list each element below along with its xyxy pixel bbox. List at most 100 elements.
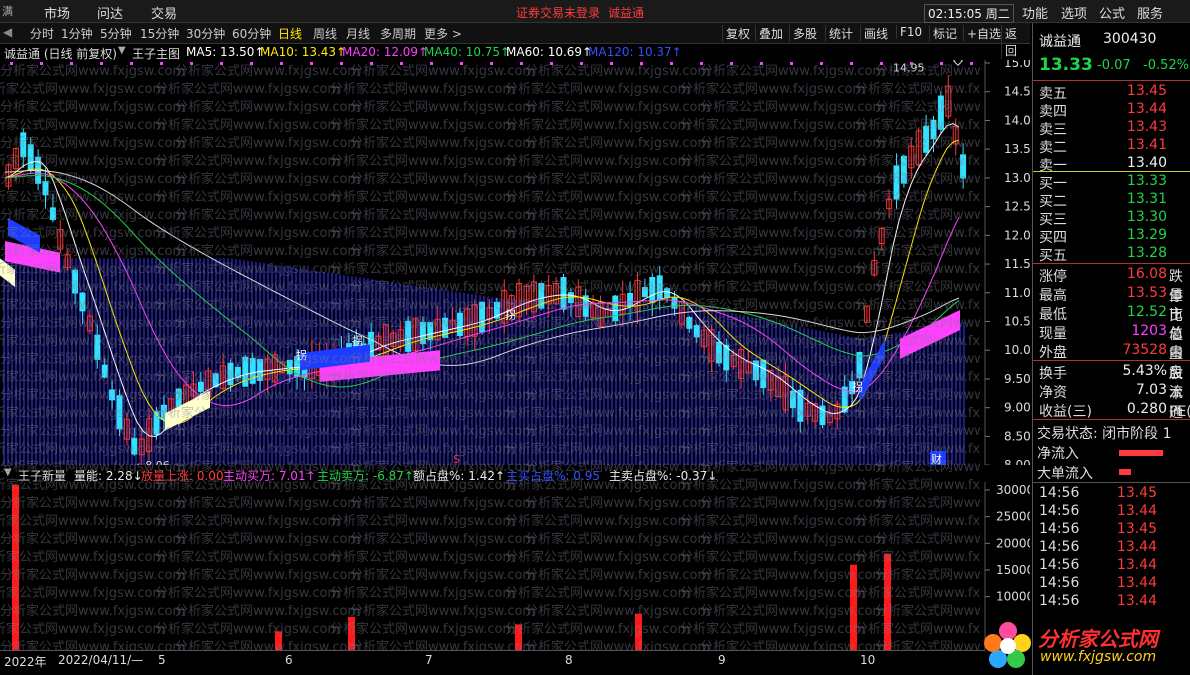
bg-bar [951, 323, 953, 465]
menu-trade[interactable]: 交易 [151, 3, 177, 22]
mark-button[interactable]: 标记 [929, 25, 960, 42]
volume-chart[interactable]: 30000 25000 20000 15000 10000 [0, 482, 1030, 650]
tab-5min[interactable]: 5分钟 [100, 25, 132, 42]
tab-60min[interactable]: 60分钟 [232, 25, 271, 42]
stat-row[interactable]: 现量 1203 总量 [1037, 323, 1189, 362]
bg-bar [647, 304, 649, 465]
stat2-row[interactable]: 收益(三) 0.280 PE(动 [1037, 401, 1190, 420]
volume-bar [515, 624, 522, 650]
ask-row[interactable]: 卖五 13.45 [1037, 83, 1189, 102]
volume-bar [635, 613, 642, 650]
top-dot [70, 62, 73, 65]
menubar-stock-name: 诚益通 [608, 6, 645, 20]
tab-more[interactable]: 更多 > [424, 25, 462, 42]
logo-url: www.fxjgsw.com [1040, 649, 1157, 665]
tab-weekly[interactable]: 周线 [313, 25, 337, 42]
bid-row[interactable]: 买三 13.30 [1037, 209, 1189, 228]
tab-30min[interactable]: 30分钟 [186, 25, 225, 42]
bg-bar [539, 300, 541, 465]
bg-bar [575, 301, 577, 465]
bg-bar [871, 336, 873, 465]
stats-button[interactable]: 统计 [825, 25, 856, 42]
main-chart-header: 诚益通 (日线 前复权) ▼ 王子主图 MA5: 13.50↑ MA10: 13… [0, 44, 985, 61]
bg-bar [935, 326, 937, 465]
menu-xuanxiang[interactable]: 选项 [1061, 3, 1087, 22]
bg-bar [431, 288, 433, 465]
bg-bar [655, 305, 657, 465]
price-tick-label: 8.00 [1004, 458, 1030, 465]
time-label: 7 [425, 653, 433, 667]
volume-bar [348, 616, 355, 650]
fuquan-button[interactable]: 复权 [722, 25, 753, 42]
volume-bar [884, 554, 891, 650]
tab-multi-period[interactable]: 多周期 [380, 25, 416, 42]
ask-row[interactable]: 卖三 13.43 [1037, 119, 1189, 138]
candle-body [567, 292, 574, 304]
bid-row[interactable]: 买一 13.33 [1037, 173, 1189, 192]
draw-line-button[interactable]: 画线 [860, 25, 891, 42]
back-button[interactable]: 返回 [1001, 25, 1030, 59]
bg-bar [863, 338, 865, 465]
quote-panel: 诚益通 300430 13.33 -0.07 -0.52% 卖五 13.45 卖… [1032, 23, 1190, 675]
ask-row-label: 卖四 [1039, 104, 1067, 120]
ask-row[interactable]: 卖四 13.44 [1037, 101, 1189, 120]
menu-fuwu[interactable]: 服务 [1137, 3, 1163, 22]
bg-bar [167, 258, 169, 465]
f10-button[interactable]: F10 [896, 25, 925, 39]
tab-monthly[interactable]: 月线 [346, 25, 370, 42]
ask-row[interactable]: 卖二 13.41 [1037, 137, 1189, 156]
tab-1min[interactable]: 1分钟 [61, 25, 93, 42]
time-label: 8 [565, 653, 573, 667]
stat-row[interactable]: 外盘 73528 内盘 [1037, 342, 1189, 381]
price-tick-label: 13.00 [1004, 171, 1030, 185]
stat-row[interactable]: 最高 13.53 量比 [1037, 285, 1189, 324]
stat-row[interactable]: 涨停 16.08 跌停 [1037, 266, 1189, 305]
overlay-button[interactable]: 叠加 [755, 25, 786, 42]
indicator-dropdown-icon[interactable]: ▼ [118, 45, 126, 56]
tab-fenshi[interactable]: 分时 [30, 25, 54, 42]
stat-row-label: 最低 [1039, 307, 1067, 323]
top-dot [850, 62, 853, 65]
bg-bar [607, 303, 609, 465]
bg-bar [595, 302, 597, 465]
bg-bar [767, 320, 769, 465]
top-dot [700, 62, 703, 65]
price-tick-label: 14.00 [1004, 113, 1030, 127]
tab-15min[interactable]: 15分钟 [140, 25, 179, 42]
price-tick-label: 10.00 [1004, 343, 1030, 357]
stat2-row[interactable]: 净资 7.03 流通 [1037, 382, 1189, 421]
tick-price: 13.45 [1116, 485, 1157, 501]
stat2-row[interactable]: 换手 5.43% 股本 [1037, 363, 1189, 402]
bg-bar [435, 288, 437, 465]
bid-row[interactable]: 买四 13.29 [1037, 227, 1189, 246]
candle-body [760, 359, 767, 389]
bg-bar [839, 334, 841, 465]
menu-market[interactable]: 市场 [44, 3, 70, 22]
tick-time: 14:56 [1039, 575, 1080, 591]
app-glyph[interactable]: 满 [2, 3, 13, 19]
vol-indicator-dropdown-icon[interactable]: ▼ [4, 467, 12, 478]
stat-row[interactable]: 最低 12.52 市值 [1037, 304, 1189, 343]
login-alert[interactable]: 证券交易未登录 [516, 4, 600, 21]
bg-bar [27, 258, 29, 465]
bid-row[interactable]: 买五 13.28 [1037, 245, 1189, 264]
top-dot [340, 62, 343, 65]
candle-body [109, 389, 116, 401]
candle-body [20, 132, 27, 158]
candle-body [242, 356, 249, 387]
cai-marker: 财 [931, 452, 942, 465]
kline-chart[interactable]: 15.00 14.50 14.00 13.50 13.00 12.50 12.00 11.50… [0, 60, 1030, 465]
bg-bar [11, 258, 13, 465]
multi-stock-button[interactable]: 多股 [789, 25, 820, 42]
tab-daily[interactable]: 日线 [278, 25, 302, 42]
menu-gongneng[interactable]: 功能 [1022, 3, 1048, 22]
add-watchlist-button[interactable]: +自选 [963, 25, 1004, 42]
candle-body [72, 269, 79, 294]
candle-body [649, 277, 656, 303]
tick-price: 13.44 [1116, 503, 1157, 519]
menu-gongshi[interactable]: 公式 [1099, 3, 1125, 22]
price-tick-label: 12.00 [1004, 228, 1030, 242]
menu-wenda[interactable]: 问达 [97, 3, 123, 22]
collapse-icon[interactable]: ◀ [3, 25, 12, 39]
bid-row[interactable]: 买二 13.31 [1037, 191, 1189, 210]
